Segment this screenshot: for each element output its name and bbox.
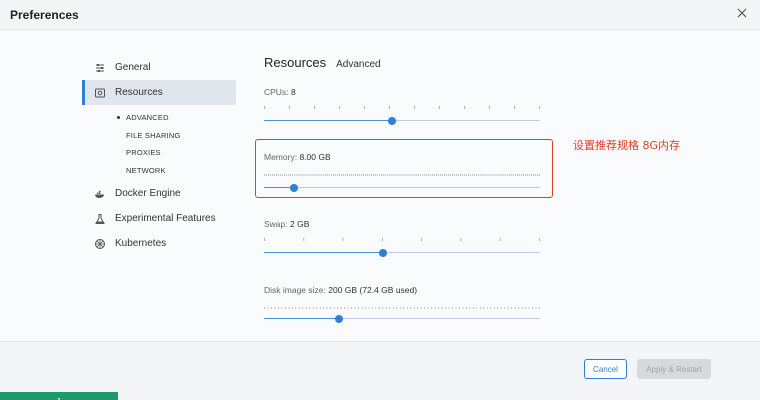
resources-panel: Resources Advanced CPUs: 8 Memory: 8.00 …: [264, 55, 540, 323]
helm-wheel-icon: [94, 238, 106, 250]
sliders-icon: [94, 62, 106, 74]
cpus-ticks: [264, 106, 540, 109]
resources-sub-list: ADVANCED FILE SHARING PROXIES NETWORK: [82, 105, 236, 181]
sidebar-subitem-advanced[interactable]: ADVANCED: [82, 109, 236, 127]
sidebar-item-experimental-features[interactable]: Experimental Features: [82, 206, 236, 231]
swap-ticks: [264, 238, 540, 241]
sidebar-item-general[interactable]: General: [82, 55, 236, 80]
swap-slider[interactable]: [264, 248, 540, 258]
disk-value: 200 GB (72.4 GB used): [328, 285, 418, 295]
tab-bar: Resources Advanced: [264, 55, 540, 70]
slider-thumb[interactable]: [334, 315, 343, 323]
disk-slider[interactable]: [264, 314, 540, 324]
sidebar-subitem-file-sharing[interactable]: FILE SHARING: [82, 127, 236, 145]
disk-ticks: [264, 307, 540, 309]
memory-annotation: 设置推荐规格 8G内存: [573, 139, 681, 152]
sidebar-subitem-proxies[interactable]: PROXIES: [82, 144, 236, 162]
cpus-setting: CPUs: 8: [264, 87, 540, 125]
docker-status-bar: [0, 392, 118, 400]
swap-value: 2 GB: [290, 219, 310, 229]
whale-icon: [52, 392, 66, 400]
sidebar-item-label: General: [115, 62, 151, 73]
slider-thumb[interactable]: [378, 249, 387, 257]
sidebar-item-kubernetes[interactable]: Kubernetes: [82, 231, 236, 256]
sidebar-item-label: Kubernetes: [115, 238, 167, 249]
sidebar-subitem-network[interactable]: NETWORK: [82, 162, 236, 180]
sidebar-item-docker-engine[interactable]: Docker Engine: [82, 181, 236, 206]
whale-icon: [94, 188, 106, 200]
sidebar-item-label: Resources: [115, 87, 163, 98]
slider-fill: [264, 318, 339, 319]
disk-label: Disk image size: 200 GB (72.4 GB used): [264, 285, 418, 295]
cancel-button[interactable]: Cancel: [584, 359, 627, 379]
sidebar-item-label: Docker Engine: [115, 188, 181, 199]
memory-highlight-box: [255, 139, 553, 198]
window-title: Preferences: [10, 8, 79, 22]
cpus-label: CPUs: 8: [264, 87, 296, 97]
slider-fill: [264, 120, 393, 121]
resources-icon: [94, 87, 106, 99]
swap-setting: Swap: 2 GB: [264, 219, 540, 257]
disk-setting: Disk image size: 200 GB (72.4 GB used): [264, 285, 540, 323]
tab-resources[interactable]: Resources: [264, 55, 326, 70]
sidebar: General Resources ADVANCED FILE SHARING …: [82, 55, 236, 256]
sidebar-item-resources[interactable]: Resources: [82, 80, 236, 105]
active-dot-icon: [117, 116, 120, 120]
swap-label: Swap: 2 GB: [264, 219, 310, 229]
tab-advanced[interactable]: Advanced: [336, 59, 380, 70]
close-icon[interactable]: [734, 5, 750, 21]
sidebar-item-label: Experimental Features: [115, 213, 216, 224]
slider-thumb[interactable]: [388, 117, 397, 125]
cpus-value: 8: [290, 87, 296, 97]
flask-icon: [94, 213, 106, 225]
title-bar: Preferences: [0, 0, 760, 30]
cpus-slider[interactable]: [264, 116, 540, 126]
apply-restart-button[interactable]: Apply & Restart: [637, 359, 711, 379]
slider-fill: [264, 252, 383, 253]
